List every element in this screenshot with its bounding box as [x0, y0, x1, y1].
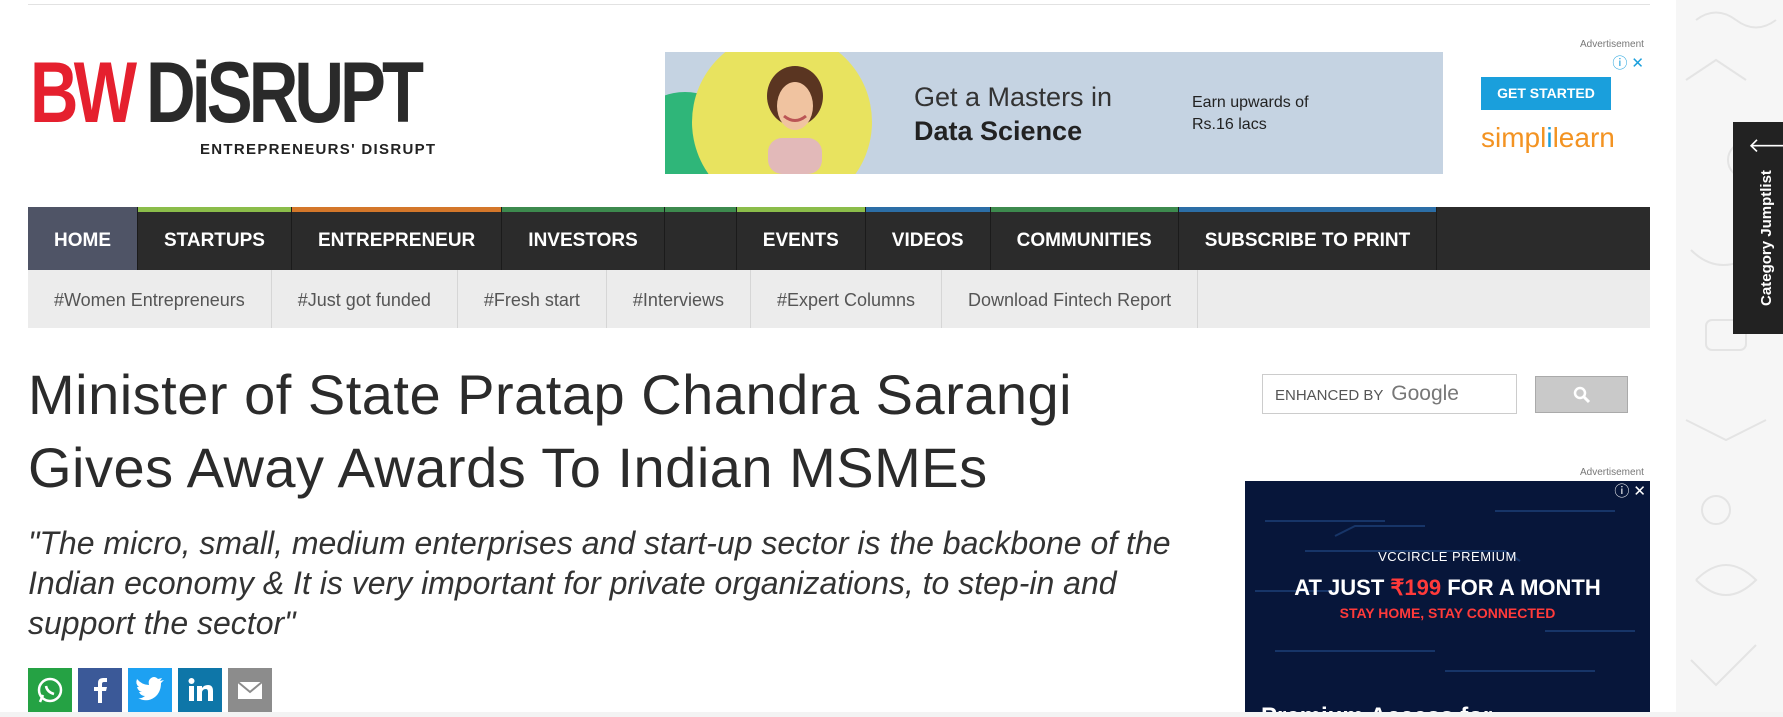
google-brand-text: Google [1391, 382, 1459, 405]
search-icon [1573, 386, 1590, 403]
sub-nav: #Women Entrepreneurs #Just got funded #Fre… [28, 270, 1650, 328]
nav-color-bar [865, 207, 990, 212]
top-divider [28, 4, 1650, 5]
email-icon [237, 681, 263, 699]
page: BW DiSRUPT ENTREPRENEURS' DISRUPT Advert… [0, 0, 1676, 712]
article-title: Minister of State Pratap Chandra Sarangi… [28, 363, 1073, 499]
search-enhanced-by-label: ENHANCED BY [1275, 387, 1384, 404]
nav-color-bar [736, 207, 865, 212]
ad-price-suffix: FOR A MONTH [1441, 575, 1601, 600]
nav-item-home[interactable]: HOME [28, 207, 138, 270]
ad-info-icon[interactable]: ⓘ [1614, 484, 1629, 500]
nav-color-bar [138, 207, 291, 212]
whatsapp-share-button[interactable] [28, 668, 72, 712]
article-summary: "The micro, small, medium enterprises an… [28, 525, 1171, 641]
ad-headline: Get a Masters in [914, 82, 1113, 112]
nav-item-startups[interactable]: STARTUPS [138, 207, 292, 270]
nav-item-label: HOME [54, 230, 111, 251]
site-logo[interactable]: BW DiSRUPT ENTREPRENEURS' DISRUPT [30, 50, 470, 160]
ad-close-icon[interactable]: ✕ [1633, 484, 1646, 500]
google-search-input[interactable]: ENHANCED BY Google [1262, 374, 1517, 414]
main-nav: HOME STARTUPS ENTREPRENEUR INVESTORS EVENTS V… [28, 207, 1650, 270]
nav-item-label: EVENTS [762, 230, 839, 251]
nav-item-subscribe-to-print[interactable]: SUBSCRIBE TO PRINT [1178, 207, 1438, 270]
nav-item-label: INVESTORS [528, 230, 638, 251]
nav-item-events[interactable]: EVENTS [736, 207, 866, 270]
nav-item-label: COMMUNITIES [1016, 230, 1152, 251]
top-ad-cta-panel: ⓘ ✕ GET STARTED simplilearn [1443, 52, 1650, 174]
nav-item-label: VIDEOS [891, 230, 964, 251]
nav-color-bar [28, 207, 137, 212]
nav-item-entrepreneur[interactable]: ENTREPRENEUR [291, 207, 503, 270]
subnav-item-expert-columns[interactable]: #Expert Columns [751, 270, 943, 328]
subnav-item-women-entrepreneurs[interactable]: #Women Entrepreneurs [28, 270, 272, 328]
ad-close-icon[interactable]: ✕ [1631, 56, 1644, 72]
subnav-item-interviews[interactable]: #Interviews [607, 270, 751, 328]
nav-color-bar [291, 207, 502, 212]
linkedin-icon [188, 678, 213, 701]
top-ad-banner[interactable]: Get a Masters in Data Science Earn upwar… [665, 52, 1443, 174]
nav-color-bar [990, 207, 1178, 212]
ad-brand-line: VCCIRCLE PREMIUM [1378, 549, 1517, 564]
ad-earn-text: Earn upwards of [1192, 94, 1309, 111]
ad-headline-strong: Data Science [914, 116, 1083, 146]
email-share-button[interactable] [228, 668, 272, 712]
logo-tagline: ENTREPRENEURS' DISRUPT [200, 141, 437, 158]
twitter-share-button[interactable] [128, 668, 172, 712]
ad-tagline: STAY HOME, STAY CONNECTED [1339, 605, 1556, 621]
facebook-icon [94, 678, 107, 703]
ad-price-line: AT JUST ₹199 FOR A MONTH [1245, 575, 1650, 601]
logo-disrupt: DiSRUPT [146, 45, 424, 141]
logo-bw: BW [30, 45, 137, 141]
get-started-button[interactable]: GET STARTED [1481, 77, 1611, 110]
whatsapp-icon [37, 677, 63, 703]
simplilearn-logo: simplilearn [1481, 122, 1615, 154]
ad-choices[interactable]: ⓘ ✕ [1612, 56, 1644, 72]
top-ad-label: Advertisement [1580, 39, 1644, 50]
category-jumplist-button[interactable]: 🡐 Category Jumptlist [1733, 122, 1783, 334]
nav-item-videos[interactable]: VIDEOS [865, 207, 991, 270]
ad-choices[interactable]: ⓘ ✕ [1614, 484, 1646, 500]
ad-price-prefix: AT JUST [1294, 575, 1391, 600]
nav-color-bar [502, 207, 664, 212]
nav-item-communities[interactable]: COMMUNITIES [990, 207, 1179, 270]
ad-person-image [767, 66, 823, 174]
ad-earn-amount: Rs.16 lacs [1192, 116, 1267, 133]
subnav-item-download-fintech-report[interactable]: Download Fintech Report [942, 270, 1199, 328]
twitter-icon [136, 677, 164, 701]
subnav-item-just-got-funded[interactable]: #Just got funded [272, 270, 458, 328]
brand-part: learn [1552, 122, 1615, 153]
nav-item-investors[interactable]: INVESTORS [502, 207, 665, 270]
nav-color-bar [1178, 207, 1437, 212]
subnav-item-fresh-start[interactable]: #Fresh start [458, 270, 607, 328]
facebook-share-button[interactable] [78, 668, 122, 712]
vccircle-ad[interactable]: ⓘ ✕ VCCIRCLE PREMIUM AT JUST ₹199 FOR A … [1245, 481, 1650, 712]
nav-item-label: SUBSCRIBE TO PRINT [1204, 230, 1411, 251]
linkedin-share-button[interactable] [178, 668, 222, 712]
arrow-left-icon: 🡐 [1748, 135, 1783, 157]
category-jumplist-label: Category Jumptlist [1758, 170, 1775, 306]
nav-item-label: STARTUPS [164, 230, 265, 251]
background-doodle-pattern [1676, 0, 1783, 712]
side-ad-label: Advertisement [1580, 467, 1644, 478]
share-bar [28, 668, 272, 712]
nav-item-label: ENTREPRENEUR [317, 230, 476, 251]
nav-color-bar [664, 207, 736, 212]
ad-price-value: ₹199 [1390, 575, 1442, 600]
brand-part: simpl [1481, 122, 1547, 153]
ad-bottom-text: Premium Access for [1261, 703, 1492, 712]
ad-info-icon[interactable]: ⓘ [1612, 56, 1627, 72]
search-button[interactable] [1535, 376, 1628, 413]
nav-item-spacer [664, 207, 737, 270]
